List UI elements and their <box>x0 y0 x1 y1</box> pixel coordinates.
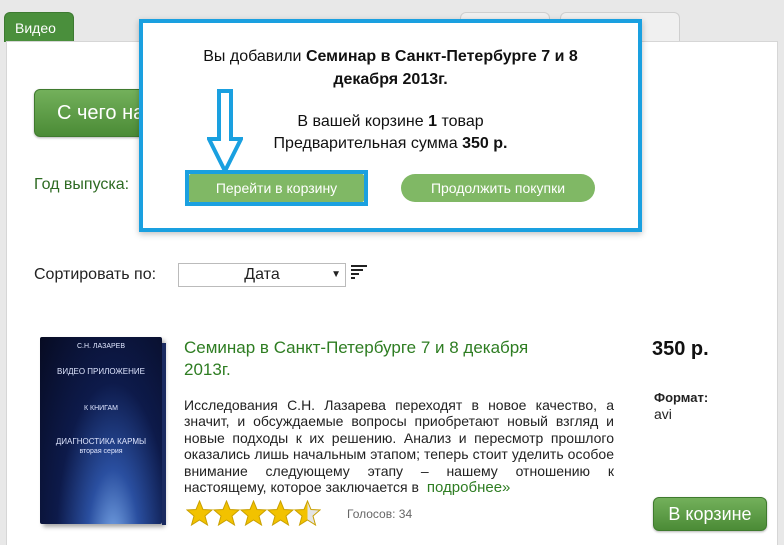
sort-selected-value: Дата <box>244 266 280 283</box>
cover-spine <box>162 343 166 525</box>
cover-series-sub: вторая серия <box>79 448 123 455</box>
product-price: 350 р. <box>652 338 709 360</box>
chevron-down-icon: ▼ <box>331 269 341 280</box>
popup-added-message: Вы добавили Семинар в Санкт-Петербурге 7… <box>143 45 638 91</box>
sort-label: Сортировать по: <box>34 266 157 283</box>
product-description: Исследования С.Н. Лазарева переходят в н… <box>184 397 614 496</box>
popup-added-item: Семинар в Санкт-Петербурге 7 и 8 декабря… <box>305 48 578 88</box>
go-to-cart-button[interactable]: Перейти в корзину <box>189 174 364 202</box>
year-filter-label: Год выпуска: <box>34 176 130 193</box>
popup-added-prefix: Вы добавили <box>203 48 306 65</box>
added-to-cart-popup: Вы добавили Семинар в Санкт-Петербурге 7… <box>139 19 642 232</box>
star-full-icon[interactable] <box>186 500 213 526</box>
star-full-icon[interactable] <box>213 500 240 526</box>
cover-books: К КНИГАМ <box>83 405 118 412</box>
sort-order-icon[interactable] <box>351 265 367 279</box>
popup-sum-value: 350 р. <box>462 135 508 152</box>
in-cart-button[interactable]: В корзине <box>653 497 767 531</box>
popup-sum-prefix: Предварительная сумма <box>273 135 463 152</box>
votes-count: Голосов: 34 <box>347 507 413 521</box>
product-cover-image[interactable]: С.Н. ЛАЗАРЕВ ВИДЕО ПРИЛОЖЕНИЕ К КНИГАМ Д… <box>40 337 166 525</box>
rating-stars[interactable] <box>186 500 321 526</box>
star-full-icon[interactable] <box>240 500 267 526</box>
cover-series-name: ДИАГНОСТИКА КАРМЫ <box>55 437 147 446</box>
popup-cart-count-value: 1 <box>428 113 437 130</box>
product-description-text: Исследования С.Н. Лазарева переходят в н… <box>184 397 614 496</box>
format-value: avi <box>654 406 672 422</box>
continue-shopping-button[interactable]: Продолжить покупки <box>401 174 595 202</box>
popup-cart-prefix: В вашей корзине <box>297 113 429 130</box>
more-link[interactable]: подробнее» <box>427 479 510 496</box>
cover-author: С.Н. ЛАЗАРЕВ <box>76 343 126 350</box>
arrow-down-icon <box>207 89 243 173</box>
popup-cart-suffix: товар <box>437 113 484 130</box>
cover-title: ВИДЕО ПРИЛОЖЕНИЕ <box>56 367 145 376</box>
star-full-icon[interactable] <box>267 500 294 526</box>
tab-video[interactable]: Видео <box>4 12 74 42</box>
sort-select[interactable]: Дата ▼ <box>178 263 346 287</box>
star-half-icon[interactable] <box>294 500 321 526</box>
format-label: Формат: <box>654 390 709 405</box>
product-title-link[interactable]: Семинар в Санкт-Петербурге 7 и 8 декабря… <box>184 337 574 381</box>
